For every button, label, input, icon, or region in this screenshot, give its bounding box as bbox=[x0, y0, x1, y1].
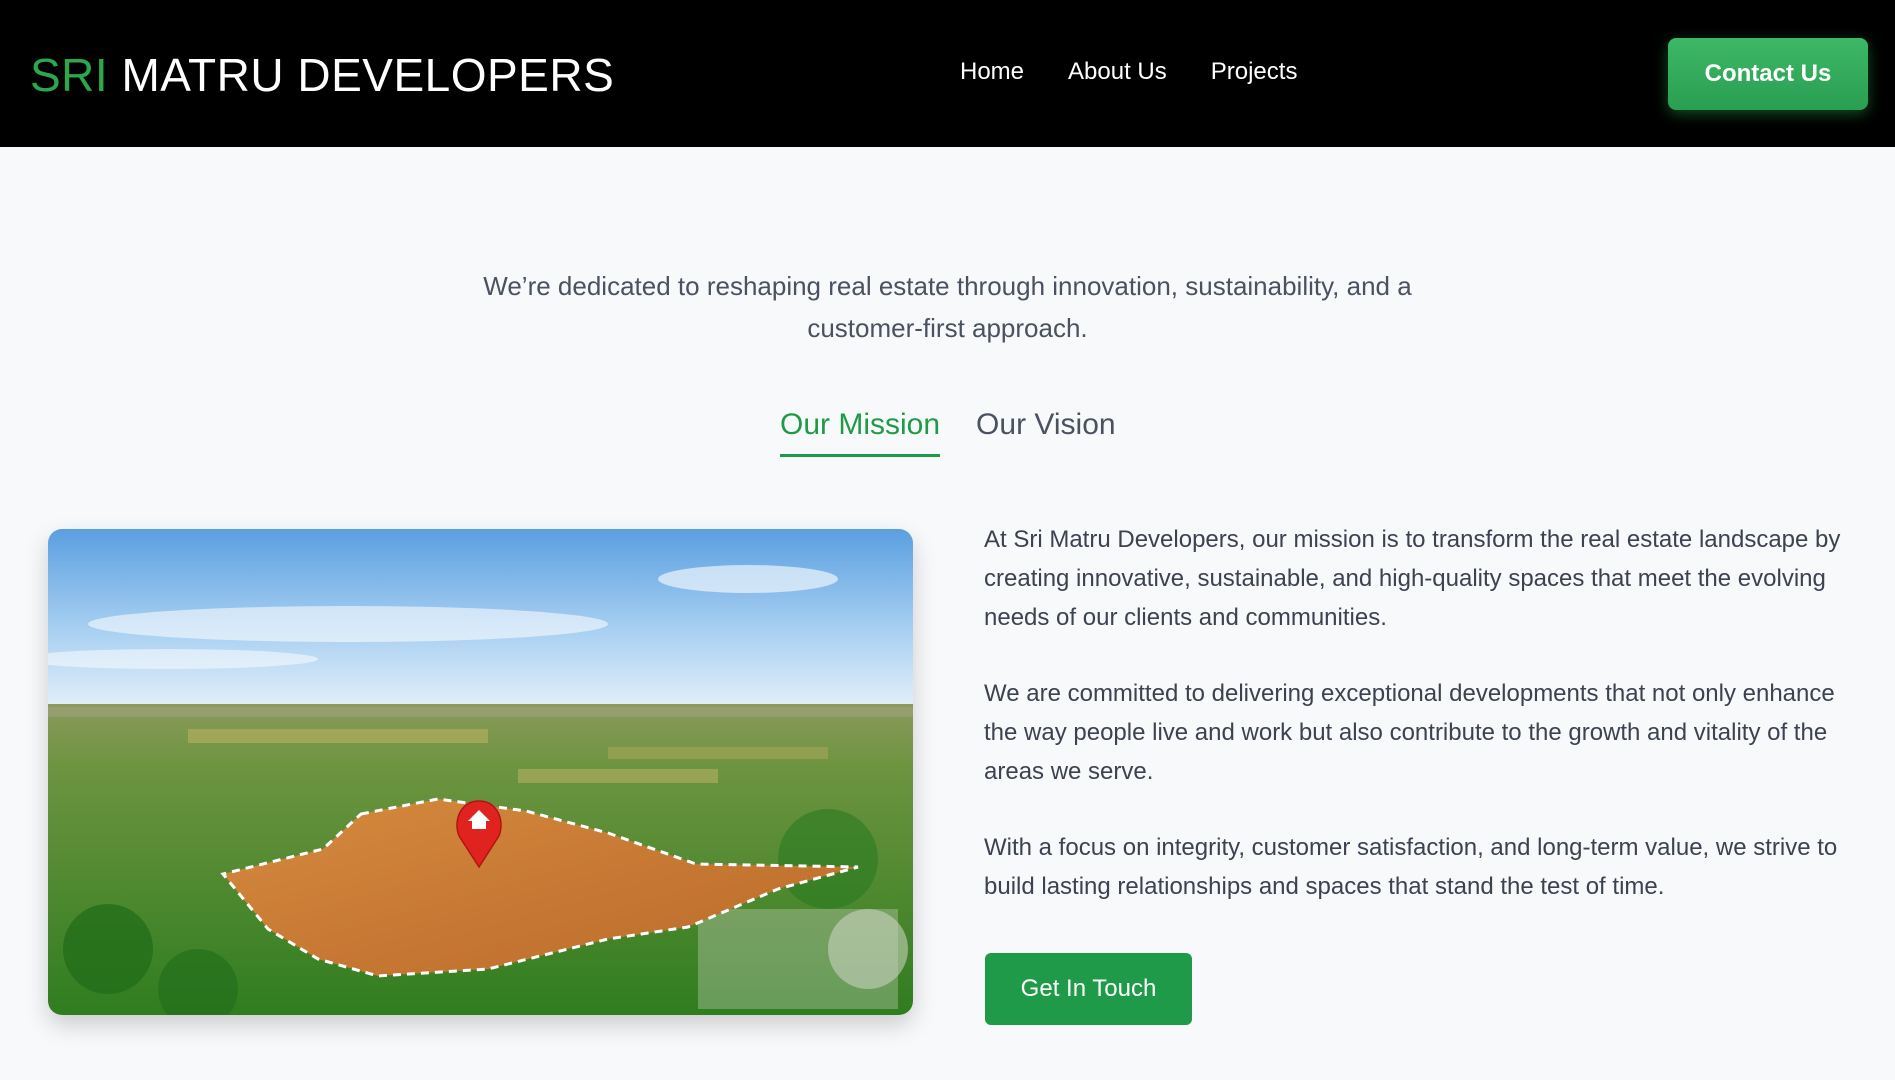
mission-vision-tabs: Our Mission Our Vision bbox=[780, 408, 1116, 457]
nav-link-projects[interactable]: Projects bbox=[1211, 58, 1298, 86]
land-plot-image bbox=[48, 529, 913, 1015]
aerial-land-illustration bbox=[48, 529, 913, 1015]
mission-content: At Sri Matru Developers, our mission is … bbox=[984, 520, 1844, 943]
tab-our-mission[interactable]: Our Mission bbox=[780, 408, 941, 457]
mission-paragraph-3: With a focus on integrity, customer sati… bbox=[984, 834, 1838, 900]
contact-us-button[interactable]: Contact Us bbox=[1668, 38, 1868, 110]
main-nav: Home About Us Projects bbox=[960, 58, 1297, 86]
get-in-touch-button[interactable]: Get In Touch bbox=[985, 953, 1192, 1025]
mission-paragraph-1: At Sri Matru Developers, our mission is … bbox=[984, 526, 1841, 631]
mission-paragraph-2: We are committed to delivering exception… bbox=[984, 680, 1835, 785]
top-navbar: SRI MATRU DEVELOPERS Home About Us Proje… bbox=[0, 0, 1895, 147]
brand-logo-name: MATRU DEVELOPERS bbox=[121, 49, 615, 101]
brand-logo[interactable]: SRI MATRU DEVELOPERS bbox=[30, 48, 614, 102]
tab-our-vision[interactable]: Our Vision bbox=[976, 408, 1116, 457]
nav-link-home[interactable]: Home bbox=[960, 58, 1024, 86]
nav-link-about-us[interactable]: About Us bbox=[1068, 58, 1167, 86]
brand-logo-accent: SRI bbox=[30, 49, 109, 101]
intro-text: We’re dedicated to reshaping real estate… bbox=[483, 271, 1412, 343]
